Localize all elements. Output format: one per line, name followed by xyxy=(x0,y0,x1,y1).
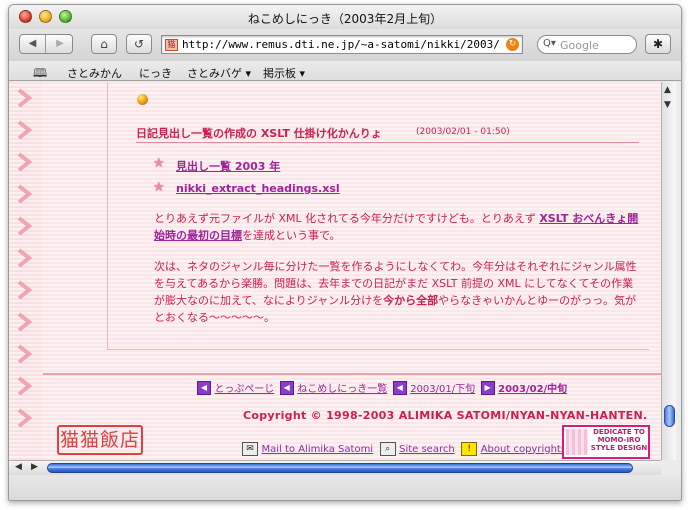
chevron-decoration-icon xyxy=(17,408,33,428)
chevron-decoration-icon xyxy=(17,88,33,108)
chevron-decoration-icon xyxy=(17,280,33,300)
page-content: 日記見出し一覧の作成の XSLT 仕掛け化かんりょ (2003/02/01 - … xyxy=(9,82,661,460)
paragraph-text: を達成という事で。 xyxy=(242,229,341,242)
emphasis-text: 今から全部 xyxy=(383,294,439,307)
url-text[interactable]: http://www.remus.dti.ne.jp/~a-satomi/nik… xyxy=(182,38,500,51)
link-xsl-file[interactable]: nikki_extract_headings.xsl xyxy=(176,182,340,195)
copyright-info-link[interactable]: About copyrights xyxy=(481,444,566,455)
magnifier-icon[interactable]: ⌕ xyxy=(379,442,396,456)
link-headings-2003-label[interactable]: 見出し一覧 2003 年 xyxy=(176,160,280,173)
search-placeholder: Google xyxy=(560,39,599,52)
window-title: ねこめしにっき（2003年2月上旬） xyxy=(247,12,443,26)
vertical-scroll-thumb[interactable] xyxy=(664,405,675,427)
url-go-icon[interactable]: ↻ xyxy=(506,38,519,51)
badge-text: DEDICATE TO MOMO-IRO STYLE DESIGN xyxy=(590,428,648,452)
site-favicon-icon: 猫 xyxy=(165,39,178,51)
status-bar xyxy=(9,475,681,500)
pager-nikki-index[interactable]: ねこめしにっき一覧 xyxy=(297,384,387,395)
decorative-left-border xyxy=(9,82,43,460)
chevron-decoration-icon xyxy=(17,376,33,396)
mail-link[interactable]: Mail to Alimika Satomi xyxy=(262,444,374,455)
post-paragraph-1: とりあえず元ファイルが XML 化されてる今年分だけですけども。とりあえず XS… xyxy=(154,210,642,244)
link-headings-2003[interactable]: 見出し一覧 2003 年 xyxy=(176,158,280,174)
chevron-decoration-icon xyxy=(17,312,33,332)
reload-button[interactable]: ↺ xyxy=(126,34,152,54)
chevron-decoration-icon xyxy=(17,120,33,140)
copyright-text: Copyright © 1998-2003 ALIMIKA SATOMI/NYA… xyxy=(243,409,648,422)
title-bar: ねこめしにっき（2003年2月上旬） xyxy=(9,5,681,29)
bookmark-bbs-menu[interactable]: 掲示板 ▾ xyxy=(263,65,305,81)
magnifier-icon[interactable]: Q▾ xyxy=(543,38,556,49)
section-divider xyxy=(43,373,661,375)
history-buttons: ◀ ▶ xyxy=(19,34,73,54)
post-paragraph-2: 次は、ネタのジャンル毎に分けた一覧を作るようにしなくてわ。今年分はそれぞれにジャ… xyxy=(154,258,642,326)
scroll-right-arrow-icon[interactable]: ▶ xyxy=(31,462,38,472)
bookmark-nikki[interactable]: にっき xyxy=(139,65,172,81)
pager-next[interactable]: 2003/02/中旬 xyxy=(498,384,567,395)
search-input[interactable]: Q▾ Google xyxy=(537,35,637,54)
chevron-decoration-icon xyxy=(17,152,33,172)
bookmarks-bar: 🕮 さとみかん にっき さとみバゲ ▾ 掲示板 ▾ xyxy=(9,61,681,81)
right-arrow-icon[interactable]: ▶ xyxy=(480,380,495,395)
bug-report-button[interactable]: ✱ xyxy=(645,34,671,54)
badge-pattern-icon xyxy=(566,429,588,455)
pager-top-page[interactable]: とっぷぺーじ xyxy=(215,384,275,395)
pager-previous[interactable]: 2003/01/下旬 xyxy=(410,384,475,395)
post-date: (2003/02/01 - 01:50) xyxy=(416,127,510,137)
mail-icon[interactable]: ✉ xyxy=(242,442,258,456)
scroll-down-arrow-icon[interactable]: ▼ xyxy=(664,100,671,110)
scroll-up-arrow-icon[interactable]: ▲ xyxy=(664,85,671,95)
chevron-decoration-icon xyxy=(17,216,33,236)
star-bullet-icon: ★ xyxy=(153,156,165,171)
home-button[interactable]: ⌂ xyxy=(91,34,117,54)
chevron-decoration-icon xyxy=(17,248,33,268)
browser-window: ねこめしにっき（2003年2月上旬） ◀ ▶ ⌂ ↺ 猫 http://www.… xyxy=(8,4,682,501)
forward-button[interactable]: ▶ xyxy=(47,35,73,53)
address-bar[interactable]: 猫 http://www.remus.dti.ne.jp/~a-satomi/n… xyxy=(161,35,523,54)
pager-nav: ◀ とっぷぺーじ ◀ ねこめしにっき一覧 ◀ 2003/01/下旬 ▶ 2003… xyxy=(197,380,569,396)
site-search-link[interactable]: Site search xyxy=(399,444,455,455)
vertical-scrollbar[interactable]: ▲ ▼ xyxy=(661,82,676,460)
left-arrow-icon[interactable]: ◀ xyxy=(392,380,407,395)
orange-bullet-icon xyxy=(137,94,148,105)
hanko-stamp-logo: 猫猫飯店 xyxy=(57,425,143,455)
horizontal-scroll-thumb[interactable] xyxy=(47,463,633,473)
horizontal-scrollbar[interactable]: ◀ ▶ xyxy=(9,460,661,475)
chevron-decoration-icon xyxy=(17,184,33,204)
scroll-left-arrow-icon[interactable]: ◀ xyxy=(15,462,22,472)
bookmark-satomi-bage-menu[interactable]: さとみバゲ ▾ xyxy=(187,65,251,81)
bookmark-satomikan[interactable]: さとみかん xyxy=(67,65,122,81)
toolbar: ◀ ▶ ⌂ ↺ 猫 http://www.remus.dti.ne.jp/~a-… xyxy=(9,29,681,61)
footer-links: ✉ Mail to Alimika Satomi ⌕ Site search !… xyxy=(242,442,569,456)
post-title: 日記見出し一覧の作成の XSLT 仕掛け化かんりょ xyxy=(136,127,382,140)
paragraph-text: とりあえず元ファイルが XML 化されてる今年分だけですけども。とりあえず xyxy=(154,212,540,225)
warning-icon[interactable]: ! xyxy=(461,442,478,456)
left-arrow-icon[interactable]: ◀ xyxy=(279,380,294,395)
link-xsl-file-label[interactable]: nikki_extract_headings.xsl xyxy=(176,182,340,195)
chevron-decoration-icon xyxy=(17,344,33,364)
left-arrow-icon[interactable]: ◀ xyxy=(197,380,211,395)
momo-iro-style-badge[interactable]: DEDICATE TO MOMO-IRO STYLE DESIGN xyxy=(562,425,650,459)
back-button[interactable]: ◀ xyxy=(20,35,46,53)
star-bullet-icon: ★ xyxy=(153,180,165,195)
title-divider xyxy=(136,142,639,143)
